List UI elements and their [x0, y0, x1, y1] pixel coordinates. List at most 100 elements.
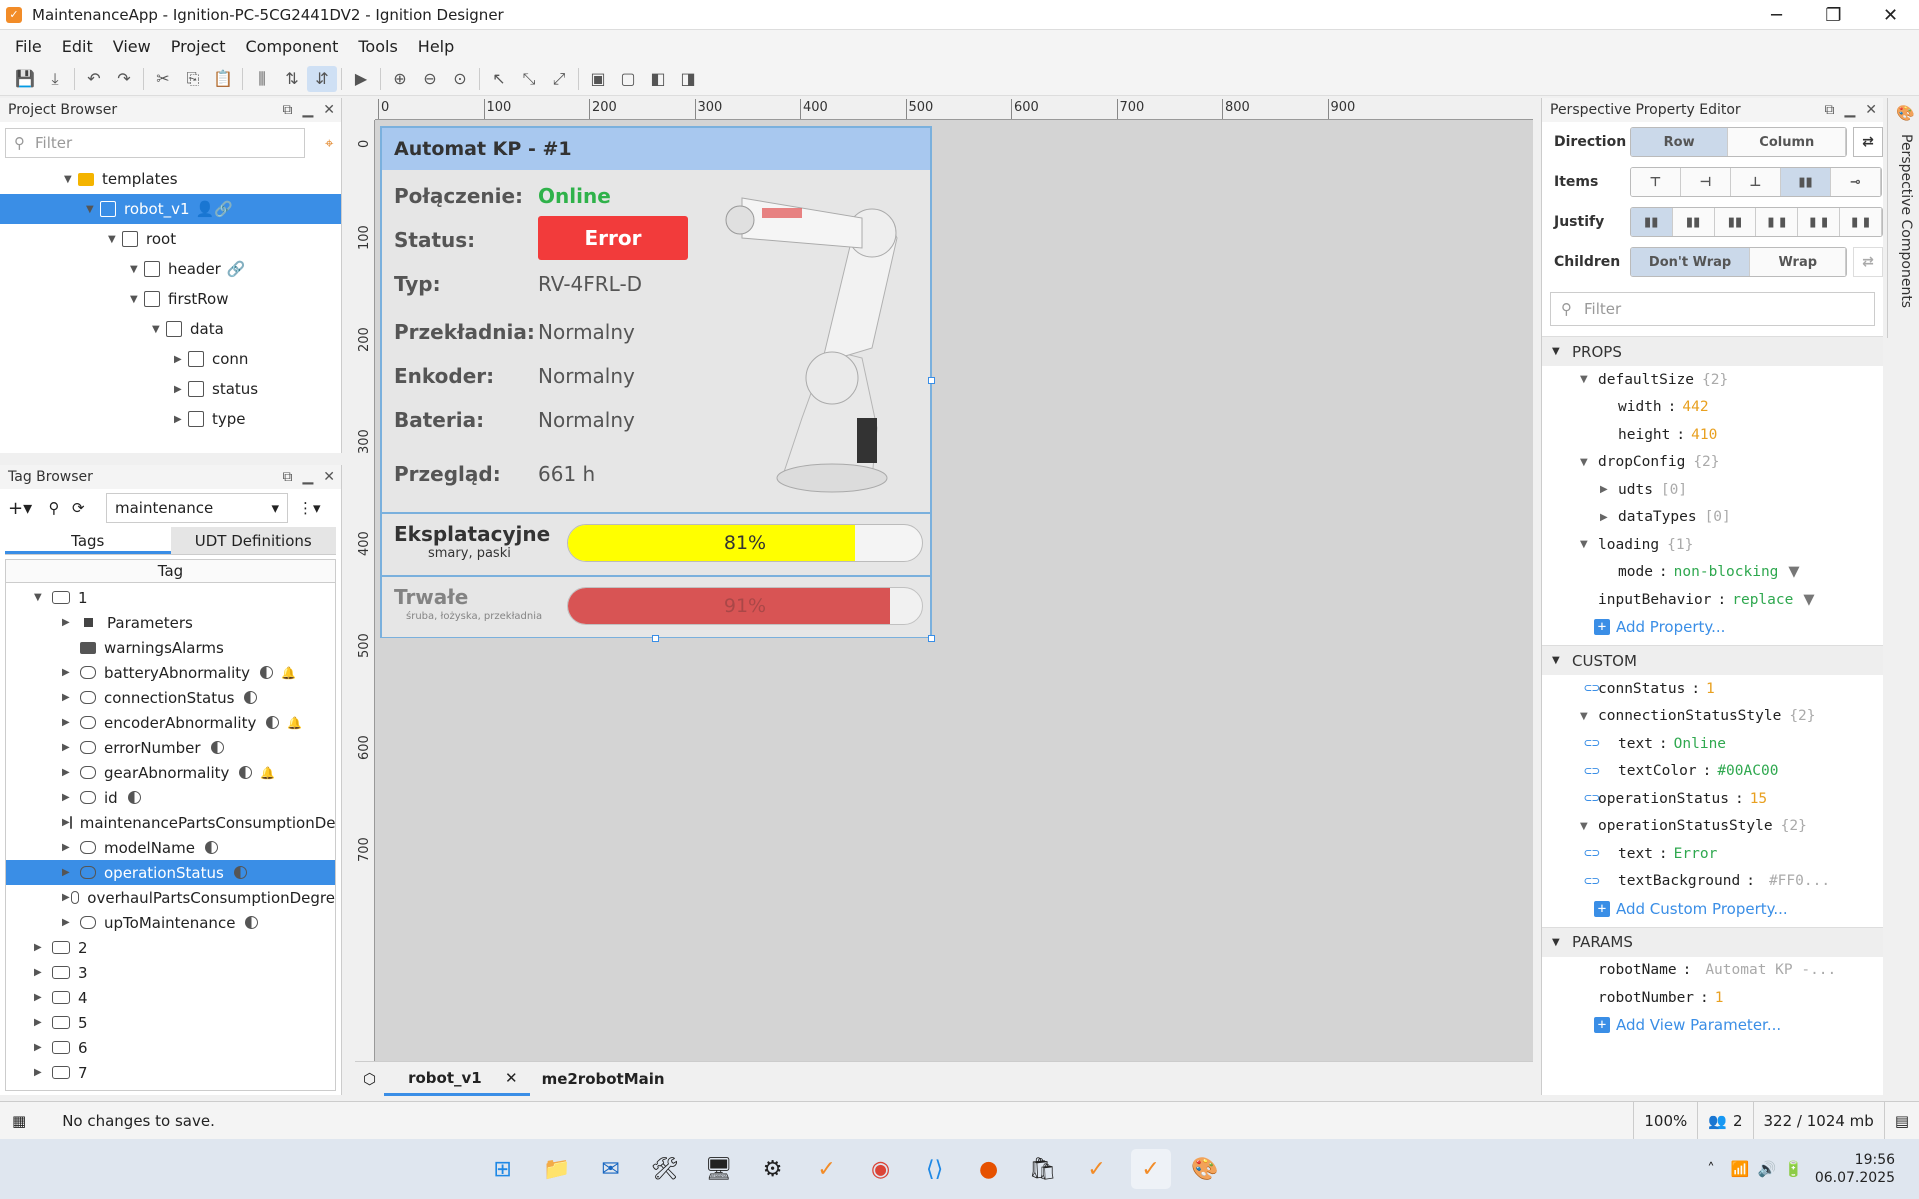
tag-row[interactable]: ▶ operationStatus	[6, 860, 335, 885]
expand-icon[interactable]: ▶	[62, 667, 80, 678]
property-row[interactable]: ⊂⊃ operationStatus:15	[1580, 785, 1883, 813]
menu-component[interactable]: Component	[235, 37, 348, 56]
close-panel-icon[interactable]: ✕	[323, 102, 335, 118]
property-value[interactable]: #FF0...	[1769, 873, 1830, 889]
params-section-header[interactable]: ▼ PARAMS	[1542, 926, 1883, 957]
tag-folder-row[interactable]: ▶ 7	[6, 1060, 335, 1085]
close-icon[interactable]: ✕	[1862, 0, 1919, 30]
property-row[interactable]: ▼ defaultSize {2}	[1580, 366, 1883, 394]
tag-row[interactable]: ▶ connectionStatus	[6, 685, 335, 710]
dont-wrap-button[interactable]: Don't Wrap	[1630, 248, 1751, 276]
project-tree-item[interactable]: ▶ type	[0, 404, 341, 434]
tab-tags[interactable]: Tags	[5, 527, 171, 554]
property-value[interactable]: 442	[1682, 399, 1708, 415]
binding-link-icon[interactable]: ⊂⊃	[1584, 791, 1600, 806]
zoom-fit-icon[interactable]: ⊙	[445, 66, 475, 92]
minimize-panel-icon[interactable]: ▁	[1844, 102, 1855, 118]
play-icon[interactable]: ▶	[346, 66, 376, 92]
expand-icon[interactable]: ▼	[152, 324, 166, 335]
outlook-icon[interactable]: ✉	[591, 1149, 631, 1189]
project-tree-item[interactable]: ▼ robot_v1 👤 🔗	[0, 194, 341, 224]
redo-icon[interactable]: ↷	[109, 66, 139, 92]
selection-handle[interactable]	[928, 377, 935, 384]
tray-chevron-icon[interactable]: ˄	[1707, 1160, 1715, 1178]
app-icon[interactable]: 🎨	[1185, 1149, 1225, 1189]
project-tree-item[interactable]: ▼ header 🔗	[0, 254, 341, 284]
minimize-icon[interactable]: ─	[1748, 0, 1805, 30]
send-back-icon[interactable]: ◨	[673, 66, 703, 92]
tag-folder-row[interactable]: ▶ 2	[6, 935, 335, 960]
expand-icon[interactable]: ▶	[34, 1042, 52, 1053]
close-tab-icon[interactable]: ✕	[505, 1069, 518, 1087]
property-row[interactable]: height:410	[1580, 421, 1883, 449]
close-panel-icon[interactable]: ✕	[1865, 102, 1877, 118]
expand-icon[interactable]: ▶	[1600, 484, 1618, 495]
minimize-panel-icon[interactable]: ▁	[302, 469, 313, 485]
property-row[interactable]: ▼ operationStatusStyle {2}	[1580, 813, 1883, 841]
property-row[interactable]: ⊂⊃ connStatus:1	[1580, 675, 1883, 703]
volume-icon[interactable]: 🔊	[1757, 1160, 1776, 1178]
expand-icon[interactable]: ▶	[174, 384, 188, 395]
align-center-icon[interactable]: ⊣	[1681, 168, 1731, 196]
vscode-icon[interactable]: ⟨⟩	[915, 1149, 955, 1189]
battery-icon[interactable]: 🔋	[1784, 1160, 1803, 1178]
tag-row[interactable]: ▶ id	[6, 785, 335, 810]
binding-link-icon[interactable]: ⊂⊃	[1584, 736, 1600, 751]
expand-icon[interactable]: ▼	[86, 204, 100, 215]
add-custom-property-link[interactable]: + Add Custom Property...	[1542, 895, 1883, 923]
property-row[interactable]: ▼ loading {1}	[1580, 531, 1883, 559]
align-start-icon[interactable]: ⊤	[1631, 168, 1681, 196]
expand-icon[interactable]: ▶	[62, 842, 80, 853]
expand-icon[interactable]: ▶	[34, 1017, 52, 1028]
property-row[interactable]: robotName: Automat KP -...	[1580, 957, 1883, 985]
property-row[interactable]: ⊂⊃ textColor: #00AC00	[1580, 758, 1883, 786]
tag-row[interactable]: ▶ Parameters	[6, 610, 335, 635]
property-row[interactable]: ▼ dropConfig {2}	[1580, 449, 1883, 477]
float-icon[interactable]: ⧉	[282, 469, 292, 485]
menu-help[interactable]: Help	[408, 37, 464, 56]
copy-icon[interactable]: ⎘	[178, 66, 208, 92]
collapse-icon[interactable]: ▼	[1580, 374, 1598, 385]
group-icon[interactable]: ▣	[583, 66, 613, 92]
bring-front-icon[interactable]: ◧	[643, 66, 673, 92]
expand-icon[interactable]: ▶	[62, 742, 80, 753]
chrome-icon[interactable]: ◉	[861, 1149, 901, 1189]
property-value[interactable]: 15	[1750, 791, 1767, 807]
expand-icon[interactable]: ▶	[34, 942, 52, 953]
property-row[interactable]: ⊂⊃ textBackground: #FF0...	[1580, 868, 1883, 896]
project-tree-item[interactable]: ▶ conn	[0, 344, 341, 374]
add-view-parameter-link[interactable]: + Add View Parameter...	[1542, 1012, 1883, 1040]
refresh-icon[interactable]: ⟳	[72, 499, 102, 517]
align-stretch-icon[interactable]: ▮▮	[1781, 168, 1831, 196]
justify-end-icon[interactable]: ▮▮	[1714, 208, 1757, 236]
project-tree-item[interactable]: ▼ data	[0, 314, 341, 344]
align-end-icon[interactable]: ⊥	[1731, 168, 1781, 196]
binding-link-icon[interactable]: ⊂⊃	[1584, 874, 1600, 889]
tag-folder-row[interactable]: ▶ 3	[6, 960, 335, 985]
property-value[interactable]: 1	[1715, 990, 1724, 1006]
expand-icon[interactable]: ▶	[34, 1067, 52, 1078]
collapse-icon[interactable]: ▼	[1580, 539, 1598, 550]
search-icon[interactable]: ⚲	[36, 499, 72, 517]
expand-icon[interactable]: ▶	[174, 414, 188, 425]
tag-row[interactable]: ▶ errorNumber	[6, 735, 335, 760]
project-tree-item[interactable]: ▶ status	[0, 374, 341, 404]
tag-row[interactable]: warningsAlarms	[6, 635, 335, 660]
menu-file[interactable]: File	[5, 37, 52, 56]
swap-icon[interactable]: ⇄	[1853, 127, 1883, 157]
property-value[interactable]: 1	[1706, 681, 1715, 697]
perspective-components-side-tab[interactable]: 🎨 Perspective Components	[1887, 98, 1919, 338]
expand-icon[interactable]: ▼	[34, 592, 52, 603]
expand-icon[interactable]: ▶	[62, 792, 80, 803]
tag-folder-row[interactable]: ▶ 4	[6, 985, 335, 1010]
tag-folder-row[interactable]: ▶ 5	[6, 1010, 335, 1035]
collapse-icon[interactable]: ▼	[1580, 821, 1598, 832]
expand-icon[interactable]: ▶	[62, 892, 71, 903]
path-edit-icon[interactable]: ⤢	[544, 66, 574, 92]
property-row[interactable]: ⊂⊃ text: Online	[1580, 730, 1883, 758]
align-icon[interactable]: ⫼	[247, 66, 277, 92]
wifi-icon[interactable]: 📶	[1731, 1160, 1750, 1178]
selection-handle[interactable]	[928, 635, 935, 642]
binding-link-icon[interactable]: ⊂⊃	[1584, 764, 1600, 779]
add-tag-icon[interactable]: +▾	[8, 498, 36, 519]
